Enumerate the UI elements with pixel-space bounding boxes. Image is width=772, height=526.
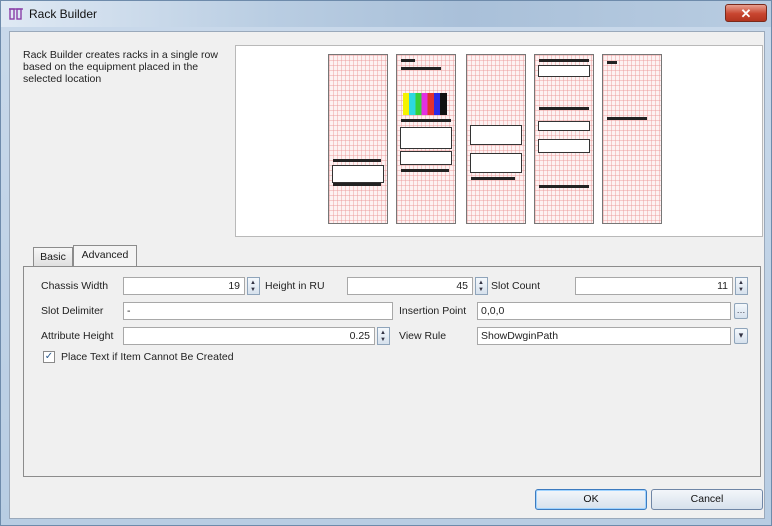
spin-up-icon: ▲ — [738, 280, 744, 286]
rack-slot-bar — [401, 119, 451, 122]
rack-slot-bar — [401, 67, 441, 70]
rack-slot-bar — [333, 159, 381, 162]
rack-slot-bar — [471, 177, 515, 180]
spin-up-icon: ▲ — [250, 280, 256, 286]
spin-down-icon: ▼ — [380, 337, 386, 343]
spin-down-icon: ▼ — [250, 287, 256, 293]
slot-delimiter-label: Slot Delimiter — [41, 305, 104, 317]
rack-slot-bar — [401, 169, 449, 172]
window-title: Rack Builder — [29, 7, 98, 21]
insertion-point-label: Insertion Point — [399, 305, 467, 317]
rack-slot-bar — [607, 61, 617, 64]
place-text-checkbox[interactable]: ✓ — [43, 351, 55, 363]
attribute-height-label: Attribute Height — [41, 330, 114, 342]
spin-down-icon: ▼ — [478, 287, 484, 293]
rack-preview-4 — [534, 54, 594, 224]
height-in-ru-input[interactable]: 45 — [347, 277, 473, 295]
rack-device — [400, 127, 452, 149]
place-text-checkbox-label[interactable]: Place Text if Item Cannot Be Created — [61, 351, 234, 363]
rack-slot-bar — [333, 183, 381, 186]
tab-basic-label: Basic — [40, 251, 66, 263]
insertion-point-input[interactable]: 0,0,0 — [477, 302, 731, 320]
rack-device — [470, 153, 522, 173]
height-in-ru-label: Height in RU — [265, 280, 325, 292]
rack-device — [470, 125, 522, 145]
view-rule-dropdown-button[interactable]: ▾ — [734, 328, 748, 344]
close-button[interactable]: ✕ — [725, 4, 767, 22]
rack-device — [332, 165, 384, 183]
cancel-button[interactable]: Cancel — [651, 489, 763, 510]
slot-delimiter-input[interactable]: - — [123, 302, 393, 320]
color-bars-image — [403, 93, 447, 115]
view-rule-label: View Rule — [399, 330, 447, 342]
spin-up-icon: ▲ — [478, 280, 484, 286]
close-icon: ✕ — [740, 6, 752, 21]
chassis-width-label: Chassis Width — [41, 280, 109, 292]
chevron-down-icon: ▾ — [738, 330, 744, 340]
ok-button[interactable]: OK — [535, 489, 647, 510]
height-in-ru-spinner[interactable]: ▲ ▼ — [475, 277, 488, 295]
slot-count-spinner[interactable]: ▲ ▼ — [735, 277, 748, 295]
chassis-width-input[interactable]: 19 — [123, 277, 245, 295]
rack-builder-app-icon — [9, 8, 23, 20]
attribute-height-input[interactable]: 0.25 — [123, 327, 375, 345]
rack-slot-bar — [539, 59, 589, 62]
rack-device — [538, 65, 590, 77]
attribute-height-spinner[interactable]: ▲ ▼ — [377, 327, 390, 345]
rack-builder-window: Rack Builder ✕ Rack Builder creates rack… — [0, 0, 772, 526]
spin-up-icon: ▲ — [380, 330, 386, 336]
rack-preview-3 — [466, 54, 526, 224]
rack-preview-1 — [328, 54, 388, 224]
slot-count-input[interactable]: 11 — [575, 277, 733, 295]
chassis-width-spinner[interactable]: ▲ ▼ — [247, 277, 260, 295]
view-rule-select[interactable]: ShowDwginPath — [477, 327, 731, 345]
spin-down-icon: ▼ — [738, 287, 744, 293]
rack-preview — [235, 45, 763, 237]
checkmark-icon: ✓ — [44, 351, 54, 362]
rack-preview-2 — [396, 54, 456, 224]
tab-advanced[interactable]: Advanced — [73, 245, 137, 267]
slot-count-label: Slot Count — [491, 280, 541, 292]
advanced-tab-panel — [23, 266, 761, 477]
title-bar[interactable]: Rack Builder ✕ — [1, 1, 771, 27]
rack-slot-bar — [401, 59, 415, 62]
tab-basic[interactable]: Basic — [33, 247, 73, 267]
rack-slot-bar — [607, 117, 647, 120]
insertion-point-browse-button[interactable]: … — [734, 303, 748, 319]
rack-slot-bar — [539, 107, 589, 110]
rack-device — [538, 139, 590, 153]
ellipsis-icon: … — [736, 305, 746, 315]
rack-slot-bar — [539, 185, 589, 188]
tab-advanced-label: Advanced — [81, 249, 129, 261]
rack-device — [400, 151, 452, 165]
rack-preview-5 — [602, 54, 662, 224]
description-text: Rack Builder creates racks in a single r… — [23, 49, 218, 85]
rack-device — [538, 121, 590, 131]
